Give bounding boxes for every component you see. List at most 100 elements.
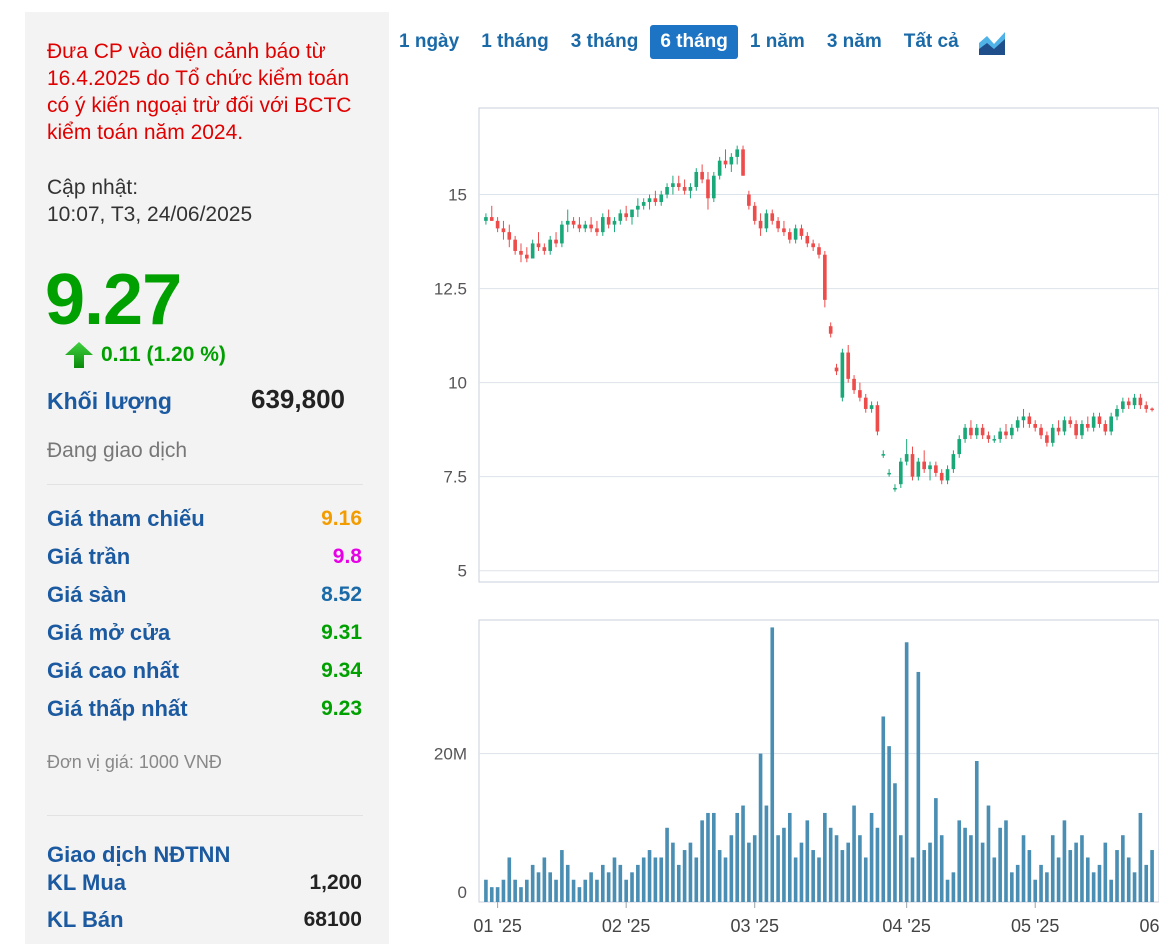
tab-3-years[interactable]: 3 năm xyxy=(817,25,892,59)
stat-row-reference: Giá tham chiếu 9.16 xyxy=(47,504,362,534)
volume-bar xyxy=(653,857,658,902)
tab-all[interactable]: Tất cả xyxy=(894,25,969,59)
candle-body xyxy=(974,427,979,436)
volume-bar xyxy=(489,887,494,902)
candle-body xyxy=(1010,427,1014,436)
volume-bar xyxy=(974,761,979,902)
divider xyxy=(47,484,363,485)
volume-label: Khối lượng xyxy=(47,388,172,414)
candle-body xyxy=(793,228,798,240)
candle-body xyxy=(1097,416,1102,424)
volume-bar xyxy=(764,805,769,902)
candle-body xyxy=(606,217,611,225)
candle-body xyxy=(1068,420,1073,424)
tab-1-year[interactable]: 1 năm xyxy=(740,25,815,59)
volume-bar xyxy=(495,887,500,902)
tab-3-months[interactable]: 3 tháng xyxy=(561,25,649,59)
stat-row-open: Giá mở cửa 9.31 xyxy=(47,618,362,648)
volume-bar xyxy=(501,879,506,902)
candle-body xyxy=(1080,424,1084,436)
volume-bar xyxy=(694,857,699,902)
candle-body xyxy=(717,160,722,176)
candle-body xyxy=(1091,416,1096,428)
volume-bar xyxy=(858,835,862,902)
divider xyxy=(47,815,363,816)
volume-bar xyxy=(1056,857,1061,902)
volume-bar xyxy=(916,671,921,902)
candle-body xyxy=(881,454,886,456)
candle-body xyxy=(618,213,623,221)
volume-bar xyxy=(595,879,599,902)
volume-bar xyxy=(624,879,628,902)
volume-bar xyxy=(817,857,821,902)
candle-body xyxy=(875,405,880,432)
price-unit-note: Đơn vị giá: 1000 VNĐ xyxy=(47,752,222,772)
candle-body xyxy=(671,183,675,187)
volume-bar xyxy=(980,842,985,902)
stat-row-ceiling: Giá trần 9.8 xyxy=(47,542,362,572)
volume-bar xyxy=(951,872,956,902)
volume-bar xyxy=(828,827,833,902)
volume-bar xyxy=(600,864,605,902)
price-tick-label: 15 xyxy=(448,186,467,205)
candle-body xyxy=(1015,420,1020,428)
volume-bar xyxy=(1115,850,1119,902)
volume-tick-label: 20M xyxy=(434,745,467,764)
current-price: 9.27 xyxy=(45,260,182,340)
volume-bar xyxy=(770,627,775,902)
candle-body xyxy=(501,228,506,233)
candle-body xyxy=(653,198,658,203)
candle-body xyxy=(969,427,973,436)
volume-bar xyxy=(1138,812,1143,902)
candle-body xyxy=(1004,431,1008,436)
area-chart-icon[interactable] xyxy=(977,27,1007,57)
volume-bar xyxy=(776,835,780,902)
candle-body xyxy=(536,243,541,248)
volume-bar xyxy=(671,842,675,902)
candle-body xyxy=(945,469,950,481)
volume-bar xyxy=(834,835,839,902)
volume-bar xyxy=(811,850,815,902)
candle-body xyxy=(834,367,839,372)
tab-1-day[interactable]: 1 ngày xyxy=(389,25,469,59)
tab-1-month[interactable]: 1 tháng xyxy=(471,25,559,59)
candle-body xyxy=(1021,416,1026,421)
candle-body xyxy=(898,461,903,485)
volume-value: 639,800 xyxy=(251,384,345,414)
candle-body xyxy=(1115,408,1119,417)
stat-row-low: Giá thấp nhất 9.23 xyxy=(47,694,362,724)
foreign-buy-row: KL Mua 1,200 xyxy=(47,868,362,898)
candle-body xyxy=(484,217,488,221)
volume-tick-label: 0 xyxy=(458,883,467,902)
volume-bar xyxy=(560,850,564,902)
volume-bar xyxy=(869,812,874,902)
volume-bar xyxy=(1091,872,1096,902)
volume-bar xyxy=(922,850,926,902)
x-tick-label: 02 '25 xyxy=(602,916,650,936)
volume-bar xyxy=(706,812,710,902)
volume-bar xyxy=(1109,879,1113,902)
candle-body xyxy=(1027,416,1032,424)
volume-bar xyxy=(536,872,541,902)
candle-body xyxy=(495,220,500,229)
volume-bar xyxy=(887,746,891,902)
candle-body xyxy=(636,205,640,210)
candle-body xyxy=(752,205,757,221)
stat-value: 1,200 xyxy=(309,871,362,894)
candle-body xyxy=(712,175,716,199)
tab-6-months[interactable]: 6 tháng xyxy=(650,25,738,59)
volume-bar xyxy=(963,827,967,902)
candle-body xyxy=(939,472,944,481)
candle-body xyxy=(554,239,558,244)
candle-body xyxy=(1074,424,1078,436)
volume-bar xyxy=(799,842,804,902)
candle-body xyxy=(565,220,570,225)
warning-notice: Đưa CP vào diện cảnh báo từ 16.4.2025 do… xyxy=(47,40,352,144)
stat-value: 68100 xyxy=(303,908,362,931)
price-tick-label: 10 xyxy=(448,374,467,393)
volume-bar xyxy=(641,857,646,902)
volume-bar xyxy=(636,864,640,902)
volume-bar xyxy=(583,879,588,902)
volume-bar xyxy=(554,879,558,902)
volume-bar xyxy=(998,827,1002,902)
